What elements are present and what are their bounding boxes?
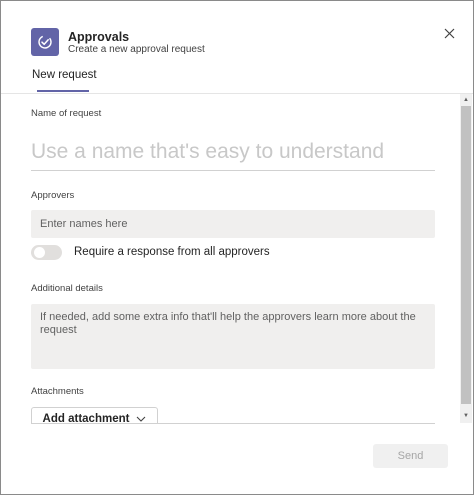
scroll-thumb[interactable] [461, 106, 471, 404]
request-name-input[interactable]: Use a name that's easy to understand [31, 134, 435, 171]
require-all-toggle[interactable] [31, 245, 62, 260]
chevron-down-icon [137, 416, 146, 422]
approvals-dialog: Approvals Create a new approval request … [0, 0, 474, 495]
add-attachment-button[interactable]: Add attachment [31, 407, 158, 423]
require-all-label: Require a response from all approvers [74, 246, 270, 258]
tab-new-request[interactable]: New request [32, 69, 97, 81]
add-attachment-label: Add attachment [42, 413, 130, 423]
close-button[interactable] [440, 24, 458, 42]
toggle-knob [34, 247, 45, 258]
attachments-label: Attachments [31, 386, 84, 397]
scrollbar[interactable]: ▲ ▼ [460, 94, 472, 423]
tab-selected-indicator [37, 90, 89, 92]
close-icon [444, 28, 454, 38]
footer-divider [31, 423, 435, 424]
scroll-up-icon[interactable]: ▲ [460, 94, 472, 106]
send-button[interactable]: Send [373, 444, 448, 468]
form-scroll-area: Name of request Use a name that's easy t… [1, 94, 459, 423]
name-label: Name of request [31, 108, 102, 119]
approval-check-icon [31, 28, 59, 56]
scroll-down-icon[interactable]: ▼ [460, 410, 472, 422]
approvers-label: Approvers [31, 190, 75, 201]
approvers-input[interactable]: Enter names here [31, 210, 435, 238]
app-subtitle: Create a new approval request [68, 44, 205, 55]
details-label: Additional details [31, 283, 103, 294]
app-title: Approvals [68, 30, 130, 44]
additional-details-input[interactable]: If needed, add some extra info that'll h… [31, 304, 435, 369]
